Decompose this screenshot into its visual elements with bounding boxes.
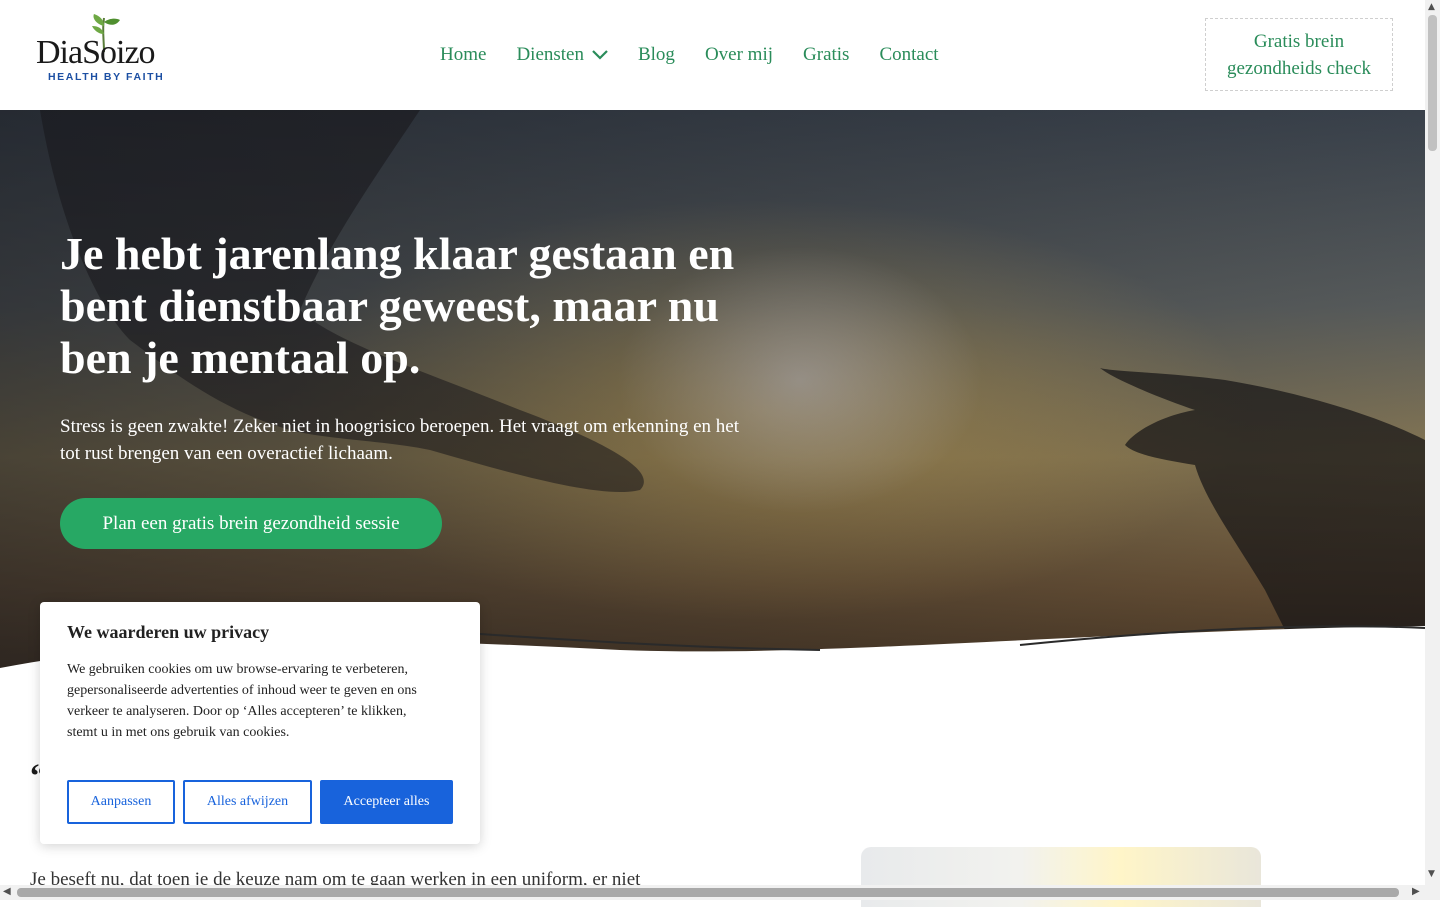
nav-over-mij[interactable]: Over mij [705,44,773,66]
hero-title: Je hebt jarenlang klaar gestaan en bent … [60,228,735,383]
nav-label: Diensten [516,44,584,65]
nav-home[interactable]: Home [440,44,486,66]
scrollbar-thumb[interactable] [1428,15,1437,151]
cookie-consent-dialog: We waarderen uw privacy We gebruiken coo… [40,602,480,844]
cookie-text: We gebruiken cookies om uw browse-ervari… [67,662,417,740]
main-nav: Home Diensten Blog Over mij Gratis Conta… [440,44,969,66]
nav-label: Over mij [704,44,774,65]
scroll-up-icon[interactable]: ▲ [1428,2,1435,12]
customize-button[interactable]: Aanpassen [67,780,175,824]
nav-contact[interactable]: Contact [879,44,938,66]
nav-label: Contact [879,44,939,65]
nav-label: Home [440,44,487,65]
vertical-scrollbar[interactable]: ▲ ▼ [1425,0,1440,900]
scroll-down-icon[interactable]: ▼ [1428,869,1435,879]
hero-section: Je hebt jarenlang klaar gestaan en bent … [0,110,1425,670]
nav-diensten[interactable]: Diensten [516,44,608,66]
reject-all-button[interactable]: Alles afwijzen [183,780,312,824]
chevron-down-icon [592,50,608,60]
brain-check-button[interactable]: Gratis brein gezondheids check [1205,18,1393,91]
scroll-left-icon[interactable]: ◀ [3,886,11,897]
nav-blog[interactable]: Blog [638,44,675,66]
scrollbar-thumb[interactable] [17,888,1399,897]
hero-subtitle: Stress is geen zwakte! Zeker niet in hoo… [60,416,740,464]
cookie-title: We waarderen uw privacy [67,622,270,642]
logo-wordmark: DiaSoizo [36,34,156,71]
nav-gratis[interactable]: Gratis [803,44,849,66]
nav-label: Gratis [803,44,850,65]
logo-tagline: HEALTH BY FAITH [48,71,165,83]
accept-all-button[interactable]: Accepteer alles [320,780,453,824]
hero-overlay [0,110,1425,670]
scroll-right-icon[interactable]: ▶ [1412,886,1420,897]
nav-label: Blog [637,44,675,65]
plan-session-button[interactable]: Plan een gratis brein gezondheid sessie [60,498,442,549]
horizontal-scrollbar[interactable]: ◀ ▶ [0,885,1425,900]
site-header: DiaSoizo HEALTH BY FAITH Home Diensten B… [0,0,1425,110]
site-logo[interactable]: DiaSoizo HEALTH BY FAITH [34,12,199,98]
